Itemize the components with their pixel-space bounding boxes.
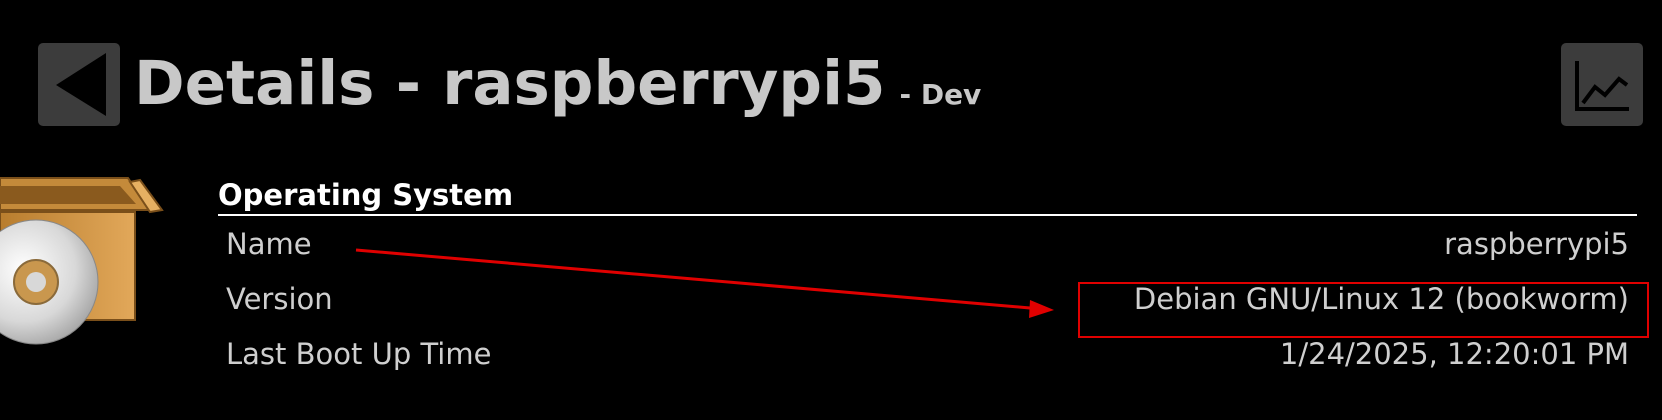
annotation-arrow <box>355 248 1054 318</box>
